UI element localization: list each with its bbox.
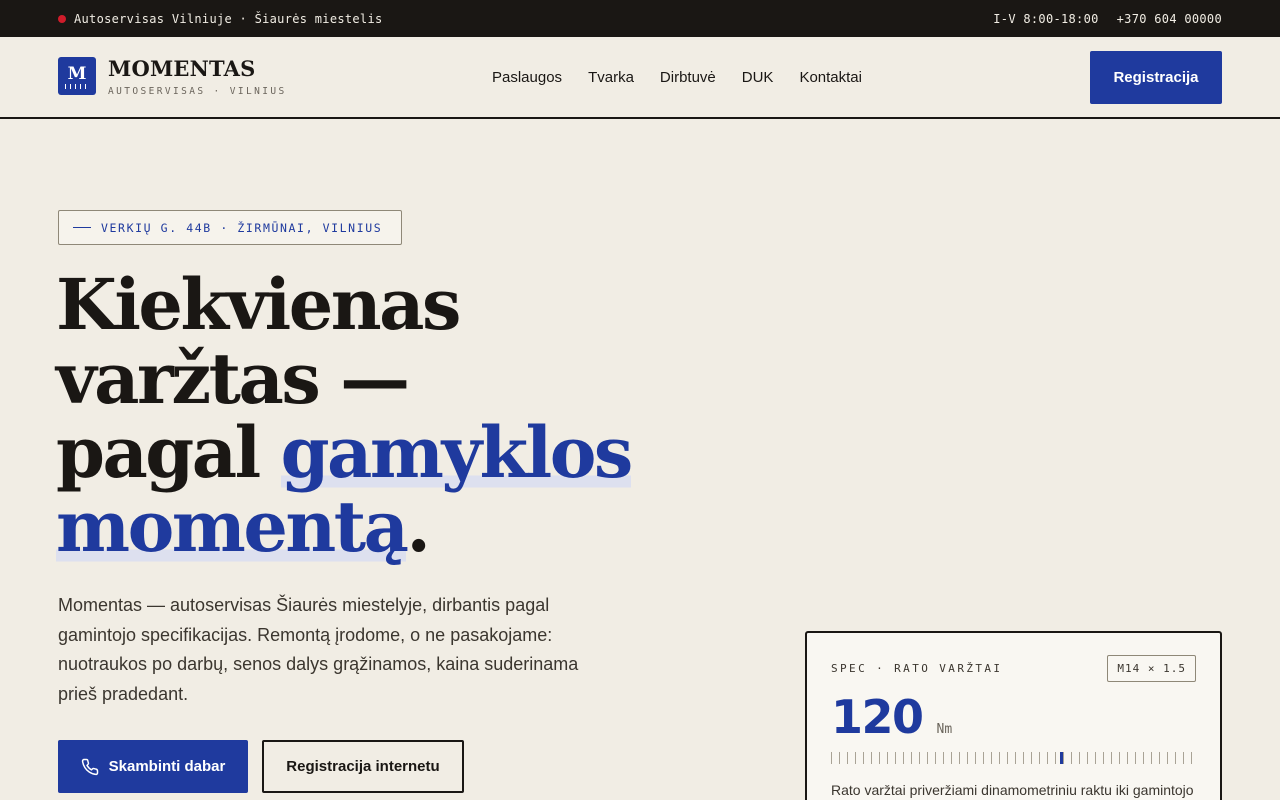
nav-item-tvarka[interactable]: Tvarka (588, 69, 634, 86)
hero-headline: Kiekvienas varžtas — pagal gamyklos mome… (56, 263, 633, 568)
address-badge: VERKIŲ G. 44B · ŽIRMŪNAI, VILNIUS (58, 210, 402, 245)
nav-item-duk[interactable]: DUK (742, 69, 774, 86)
status-dot-icon (58, 14, 66, 23)
logo-text: MOMENTAS AUTOSERVISAS · VILNIUS (108, 56, 287, 98)
phone-icon (81, 758, 98, 775)
headline-highlight: momentą (56, 485, 409, 568)
call-now-button[interactable]: Skambinti dabar (58, 740, 248, 793)
torque-value: 120 (831, 690, 924, 744)
location-text: Autoservisas Vilniuje · Šiaurės miesteli… (74, 11, 383, 26)
bolt-size-tag: M14 × 1.5 (1107, 655, 1196, 682)
torque-spec-card: SPEC · RATO VARŽTAI M14 × 1.5 120 Nm Rat… (805, 631, 1222, 800)
site-header: M MOMENTAS AUTOSERVISAS · VILNIUS Paslau… (0, 37, 1280, 119)
headline-highlight: gamyklos (280, 411, 633, 494)
opening-hours: I-V 8:00-18:00 (993, 11, 1099, 26)
brand-tagline: AUTOSERVISAS · VILNIUS (108, 86, 287, 97)
hero-lead: Momentas — autoservisas Šiaurės miestely… (58, 595, 579, 704)
phone-link[interactable]: +370 604 00000 (1117, 12, 1222, 26)
top-info-bar: Autoservisas Vilniuje · Šiaurės miesteli… (0, 0, 1280, 37)
main-nav: Paslaugos Tvarka Dirbtuvė DUK Kontaktai (492, 37, 862, 117)
nav-item-paslaugos[interactable]: Paslaugos (492, 69, 562, 86)
address-text: VERKIŲ G. 44B · ŽIRMŪNAI, VILNIUS (101, 220, 383, 235)
logo[interactable]: M MOMENTAS AUTOSERVISAS · VILNIUS (58, 57, 287, 97)
torque-gauge (831, 752, 1196, 764)
nav-item-dirbtuve[interactable]: Dirbtuvė (660, 69, 716, 86)
nav-item-kontaktai[interactable]: Kontaktai (799, 69, 862, 86)
contact-group: I-V 8:00-18:00 +370 604 00000 (993, 12, 1222, 26)
torque-unit: Nm (936, 722, 953, 737)
dash-line-icon (73, 227, 91, 228)
brand-name: MOMENTAS (108, 56, 256, 81)
online-registration-button[interactable]: Registracija internetu (262, 740, 464, 793)
spec-description: Rato varžtai priveržiami dinamometriniu … (831, 782, 1194, 798)
spec-label: SPEC · RATO VARŽTAI (831, 662, 1003, 675)
status-group: Autoservisas Vilniuje · Šiaurės miesteli… (58, 12, 383, 26)
logo-mark-icon: M (58, 57, 96, 95)
gauge-needle (1060, 752, 1063, 764)
registration-button[interactable]: Registracija (1090, 51, 1222, 104)
